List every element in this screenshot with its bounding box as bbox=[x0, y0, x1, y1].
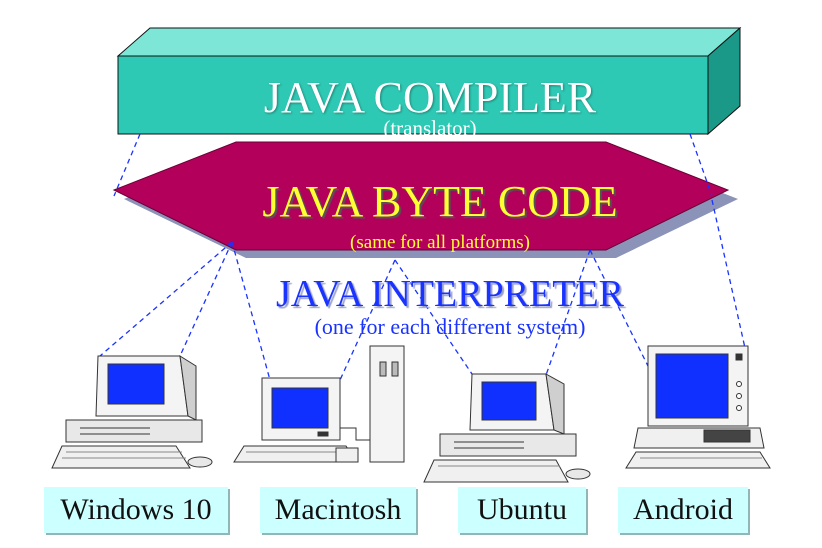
bytecode-title: JAVA BYTE CODE bbox=[262, 177, 618, 226]
platform-label-text: Android bbox=[633, 493, 733, 526]
platform-label-macintosh: Macintosh bbox=[260, 487, 416, 533]
platform-label-text: Macintosh bbox=[274, 493, 402, 526]
ubuntu-computer-icon bbox=[423, 373, 591, 483]
windows-computer-icon bbox=[51, 355, 213, 469]
platform-label-windows: Windows 10 bbox=[44, 487, 228, 533]
compiler-subtitle: (translator) bbox=[383, 116, 477, 140]
java-platform-diagram: JAVA COMPILER (translator) JAVA BYTE COD… bbox=[0, 0, 822, 548]
platform-label-android: Android bbox=[618, 487, 748, 533]
interpreter-title: JAVA INTERPRETER bbox=[275, 273, 625, 315]
macintosh-computer-icon bbox=[233, 345, 405, 463]
bytecode-subtitle: (same for all platforms) bbox=[350, 232, 530, 253]
android-computer-icon bbox=[625, 345, 771, 469]
platform-label-text: Ubuntu bbox=[477, 493, 567, 526]
interpreter-subtitle: (one for each different system) bbox=[314, 314, 586, 339]
platform-label-ubuntu: Ubuntu bbox=[458, 487, 586, 533]
platform-label-text: Windows 10 bbox=[60, 493, 212, 526]
